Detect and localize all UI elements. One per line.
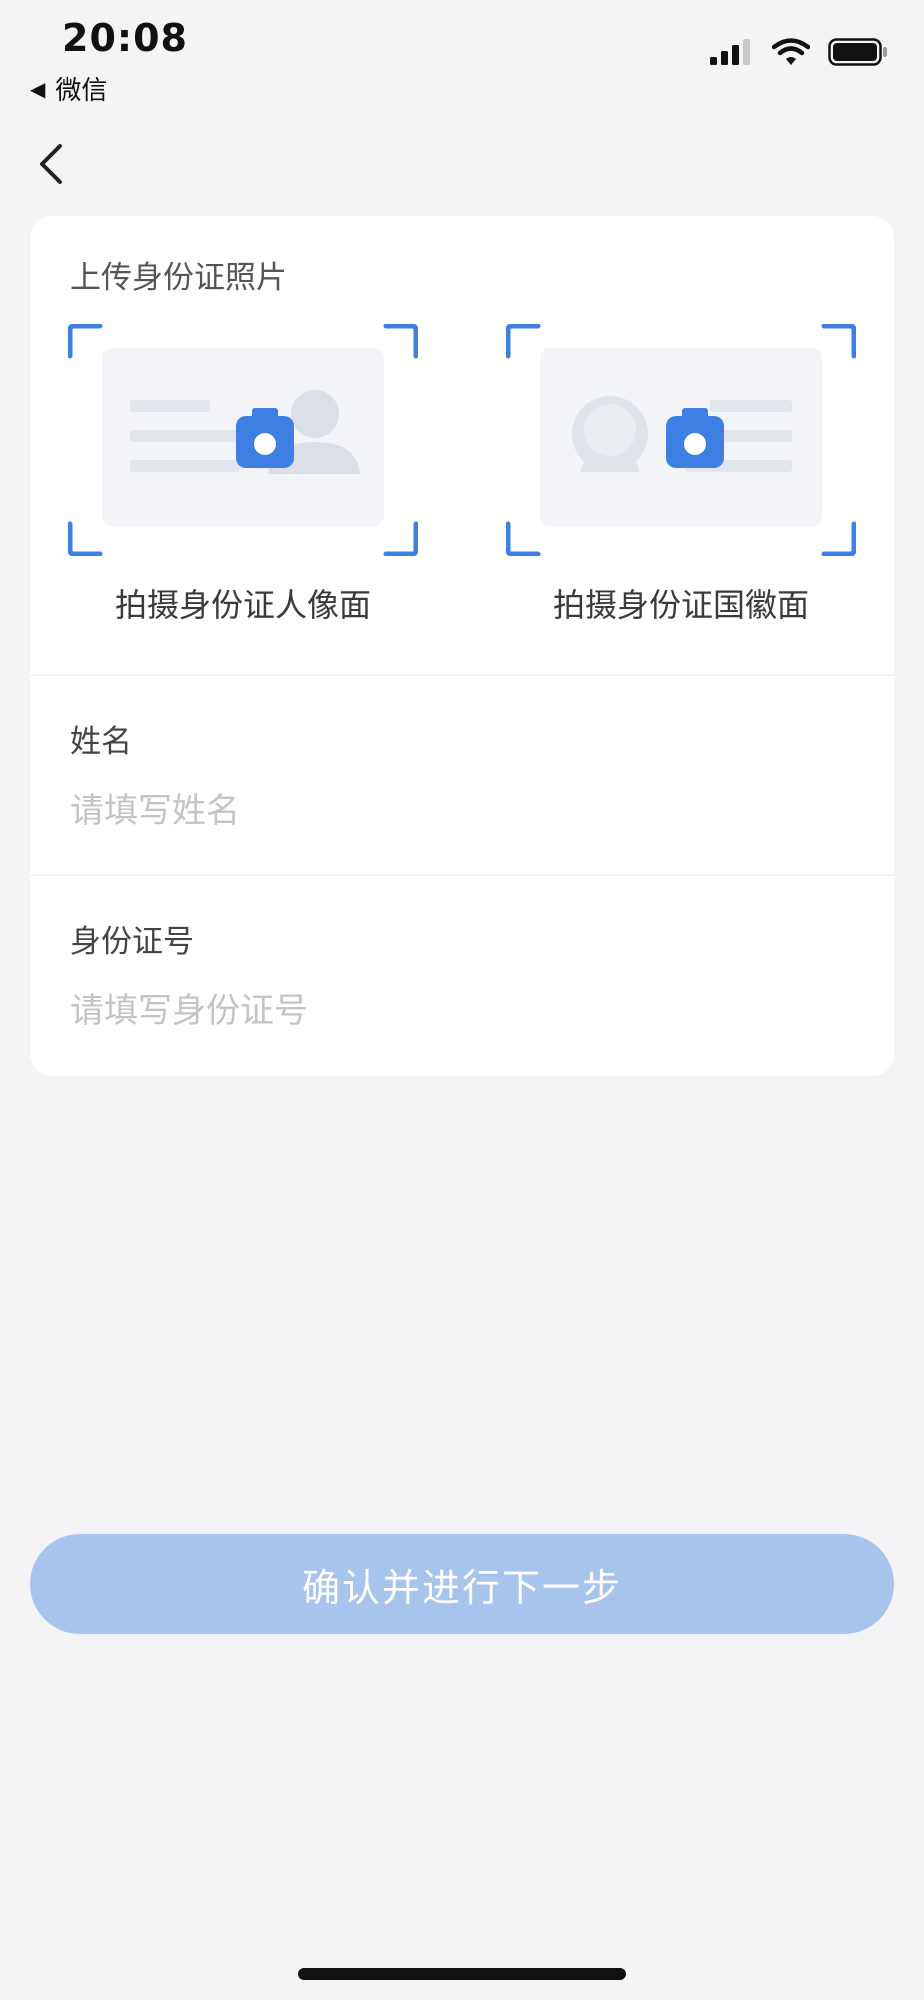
camera-icon xyxy=(666,408,724,468)
id-number-input[interactable] xyxy=(70,986,850,1036)
upload-back-id-button[interactable]: 拍摄身份证国徽面 xyxy=(505,323,857,624)
name-label: 姓名 xyxy=(70,724,132,760)
upload-front-id-button[interactable]: 拍摄身份证人像面 xyxy=(67,323,419,624)
back-button[interactable] xyxy=(30,134,80,194)
divider xyxy=(30,874,894,876)
battery-icon xyxy=(828,38,887,66)
back-app-label: 微信 xyxy=(55,76,108,106)
camera-icon xyxy=(236,408,294,468)
id-number-label: 身份证号 xyxy=(70,924,194,960)
status-time: 20:08 xyxy=(62,16,188,60)
divider xyxy=(30,674,894,676)
cellular-signal-icon xyxy=(710,39,750,65)
upload-back-label: 拍摄身份证国徽面 xyxy=(552,586,809,624)
home-indicator xyxy=(298,1968,626,1980)
frame-corner-icon xyxy=(67,323,103,359)
id-card-back-illustration xyxy=(505,323,857,557)
back-triangle-icon: ◀ xyxy=(30,76,46,101)
national-emblem-icon xyxy=(572,396,648,472)
chevron-left-icon xyxy=(40,144,62,184)
id-card-front-illustration xyxy=(67,323,419,557)
upload-front-label: 拍摄身份证人像面 xyxy=(114,586,371,624)
system-icons xyxy=(710,38,888,66)
status-bar: 20:08 ◀ 微信 xyxy=(0,0,924,110)
id-verification-card: 上传身份证照片 拍摄身份证人像面 拍摄身份证国徽面 姓名 请填写姓名 身份证号 … xyxy=(30,216,894,1076)
wifi-icon xyxy=(772,38,810,65)
upload-section-title: 上传身份证照片 xyxy=(70,260,287,296)
name-input[interactable] xyxy=(70,786,850,836)
confirm-next-button[interactable]: 确认并进行下一步 xyxy=(30,1534,894,1634)
back-to-app-link[interactable]: ◀ 微信 xyxy=(30,70,107,107)
